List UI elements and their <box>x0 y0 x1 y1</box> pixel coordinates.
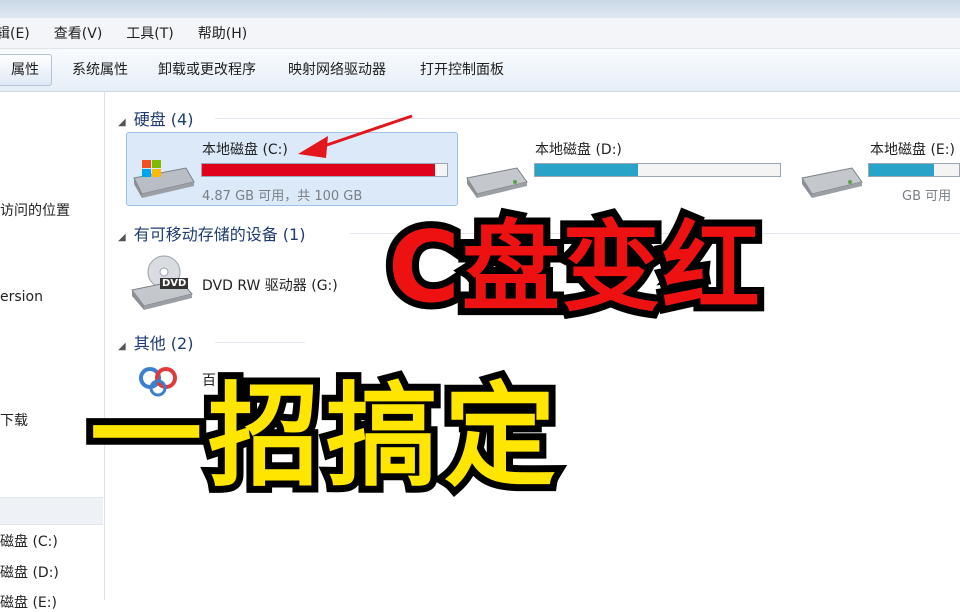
drive-name-e: 本地磁盘 (E:) <box>870 142 955 158</box>
map-network-drive-button[interactable]: 映射网络驱动器 <box>276 55 398 85</box>
windows-drive-icon <box>133 160 195 198</box>
nav-section-divider <box>0 497 103 525</box>
collapse-triangle-icon[interactable]: ◢ <box>118 232 126 243</box>
menu-tools[interactable]: 工具(T) <box>126 23 173 43</box>
menu-help[interactable]: 帮助(H) <box>198 23 247 43</box>
menu-view[interactable]: 查看(V) <box>54 23 103 43</box>
dvd-badge: DVD <box>160 278 189 289</box>
uninstall-program-button[interactable]: 卸载或更改程序 <box>146 55 268 85</box>
open-control-panel-button[interactable]: 打开控制面板 <box>408 55 516 85</box>
drive-usage-fill-d <box>535 164 638 176</box>
group-header-removable[interactable]: ◢ 有可移动存储的设备 (1) <box>118 221 305 245</box>
drive-usage-fill-c <box>202 164 435 176</box>
caption-one-trick-fix: 一招搞定 <box>83 365 563 509</box>
drive-usage-bar-c <box>201 163 448 177</box>
drive-info-e: GB 可用 <box>902 189 952 204</box>
nav-item-downloads[interactable]: 下载 <box>0 410 28 430</box>
hard-drive-icon <box>801 167 863 198</box>
drive-info-c: 4.87 GB 可用，共 100 GB <box>202 189 363 204</box>
red-arrow-icon <box>298 114 413 158</box>
command-bar: 属性 系统属性 卸载或更改程序 映射网络驱动器 打开控制面板 <box>0 49 960 92</box>
dvd-drive-label[interactable]: DVD RW 驱动器 (G:) <box>202 275 338 295</box>
drive-name-c: 本地磁盘 (C:) <box>202 142 288 158</box>
drive-usage-bar-e <box>868 163 960 177</box>
system-properties-button[interactable]: 系统属性 <box>60 55 140 85</box>
group-label: 硬盘 (4) <box>133 110 194 129</box>
nav-item-version[interactable]: ersion <box>0 289 43 305</box>
nav-item-disk-e[interactable]: 磁盘 (E:) <box>0 592 57 612</box>
group-divider <box>215 342 305 343</box>
group-label: 有可移动存储的设备 (1) <box>133 225 306 244</box>
drive-name-d: 本地磁盘 (D:) <box>535 142 622 158</box>
collapse-triangle-icon[interactable]: ◢ <box>118 117 126 128</box>
caption-c-drive-red: C盘变红 <box>381 204 767 332</box>
drive-usage-bar-d <box>534 163 781 177</box>
nav-item-disk-c[interactable]: 磁盘 (C:) <box>0 531 58 551</box>
nav-item-recent-places[interactable]: 访问的位置 <box>0 200 70 220</box>
drive-usage-fill-e <box>869 164 934 176</box>
nav-item-disk-d[interactable]: 磁盘 (D:) <box>0 562 59 582</box>
group-header-hard-disks[interactable]: ◢ 硬盘 (4) <box>118 106 193 130</box>
window-frame <box>0 0 960 19</box>
menu-edit[interactable]: 辑(E) <box>0 23 30 43</box>
menu-bar: 辑(E) 查看(V) 工具(T) 帮助(H) <box>0 18 960 49</box>
properties-button[interactable]: 属性 <box>0 54 52 86</box>
